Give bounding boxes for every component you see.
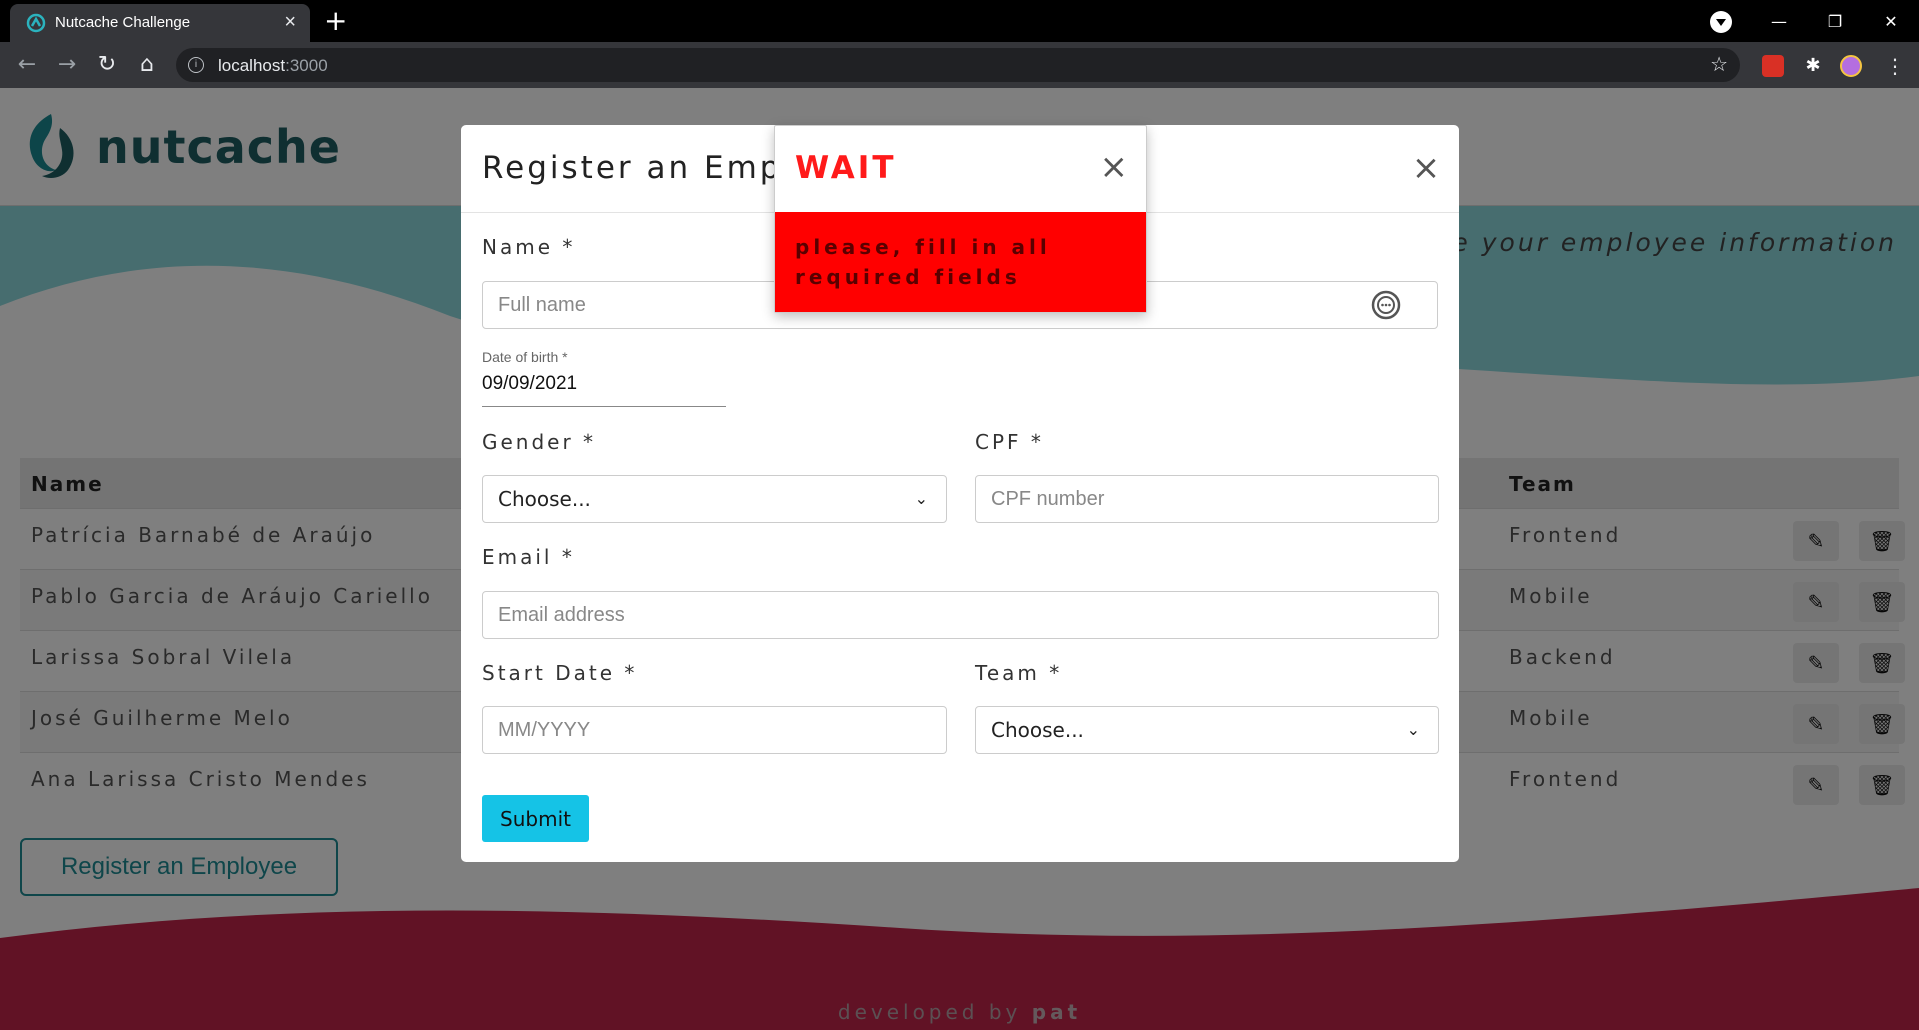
browser-menu-icon[interactable]: ⋮ — [1884, 55, 1906, 77]
validation-toast: WAIT × please, fill in all required fiel… — [774, 125, 1147, 313]
dob-label: Date of birth * — [482, 349, 568, 365]
name-label: Name * — [482, 235, 576, 259]
forward-icon[interactable]: → — [52, 50, 82, 80]
extension-red-icon[interactable] — [1762, 55, 1784, 77]
tab-title: Nutcache Challenge — [55, 14, 191, 31]
site-info-icon[interactable]: i — [188, 57, 204, 73]
chevron-down-icon: ⌄ — [914, 489, 928, 508]
toast-header: WAIT × — [775, 126, 1146, 212]
toast-close-icon[interactable]: × — [1100, 150, 1129, 184]
toast-body: please, fill in all required fields — [775, 212, 1146, 312]
team-select[interactable]: Choose... ⌄ — [975, 706, 1439, 754]
url-text: localhost:3000 — [218, 56, 328, 76]
url-port: :3000 — [285, 56, 328, 75]
nutcache-favicon-icon — [26, 13, 46, 33]
back-icon[interactable]: ← — [12, 50, 42, 80]
chevron-down-icon: ⌄ — [1406, 720, 1420, 739]
reload-icon[interactable]: ↻ — [92, 50, 122, 80]
browser-tab[interactable]: Nutcache Challenge × — [10, 4, 310, 42]
extensions-puzzle-icon[interactable]: ✱ — [1802, 55, 1824, 77]
email-field[interactable] — [482, 591, 1439, 639]
browser-tab-bar: Nutcache Challenge × + — ❐ ✕ — [0, 0, 1919, 42]
cpf-label: CPF * — [975, 430, 1044, 454]
bookmark-star-icon[interactable]: ☆ — [1710, 52, 1728, 76]
email-label: Email * — [482, 545, 575, 569]
window-close-icon[interactable]: ✕ — [1863, 12, 1919, 31]
minimize-icon[interactable]: — — [1751, 12, 1807, 31]
home-icon[interactable]: ⌂ — [132, 50, 162, 80]
browser-toolbar: ← → ↻ ⌂ i localhost:3000 ☆ ✱ ⋮ — [0, 42, 1919, 88]
window-controls: — ❐ ✕ — [1751, 0, 1919, 42]
team-label: Team * — [975, 661, 1063, 685]
modal-close-icon[interactable]: × — [1409, 151, 1443, 185]
profile-avatar-icon[interactable] — [1840, 55, 1862, 77]
address-bar[interactable]: i localhost:3000 ☆ — [176, 48, 1740, 82]
toast-message: please, fill in all required fields — [795, 235, 1051, 289]
chrome-menu-dropdown-icon[interactable] — [1710, 11, 1732, 33]
new-tab-icon[interactable]: + — [324, 6, 347, 36]
start-date-field[interactable] — [482, 706, 947, 754]
team-selected-value: Choose... — [991, 718, 1084, 742]
cpf-field[interactable] — [975, 475, 1439, 523]
password-manager-icon[interactable] — [1369, 288, 1403, 322]
restore-icon[interactable]: ❐ — [1807, 12, 1863, 31]
url-host: localhost — [218, 56, 286, 75]
start-date-label: Start Date * — [482, 661, 638, 685]
gender-select[interactable]: Choose... ⌄ — [482, 475, 947, 523]
dob-underline — [482, 406, 726, 407]
tab-close-icon[interactable]: × — [284, 11, 296, 34]
gender-selected-value: Choose... — [498, 487, 591, 511]
submit-button[interactable]: Submit — [482, 795, 589, 842]
toast-title: WAIT — [795, 150, 897, 186]
dob-field[interactable]: 09/09/2021 — [482, 373, 577, 395]
gender-label: Gender * — [482, 430, 597, 454]
